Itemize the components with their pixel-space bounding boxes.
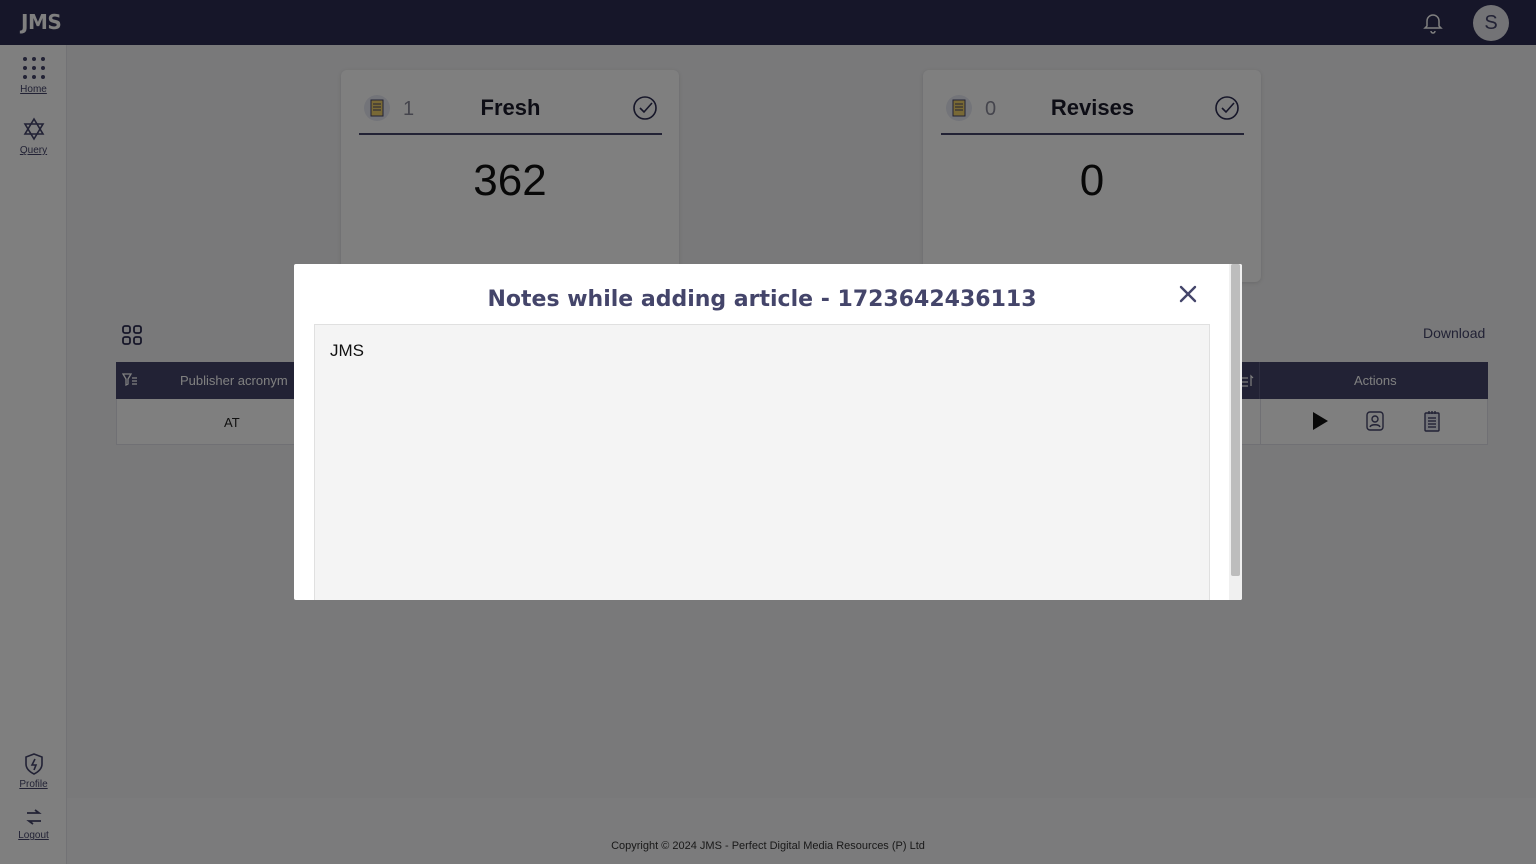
notes-text: JMS [330,341,364,360]
modal-scrollbar-thumb[interactable] [1231,264,1240,576]
notes-content-box[interactable]: JMS [314,324,1210,600]
modal-title: Notes while adding article - 17236424361… [487,287,1037,312]
notes-modal: Notes while adding article - 17236424361… [294,264,1242,600]
close-icon[interactable] [1176,282,1200,306]
